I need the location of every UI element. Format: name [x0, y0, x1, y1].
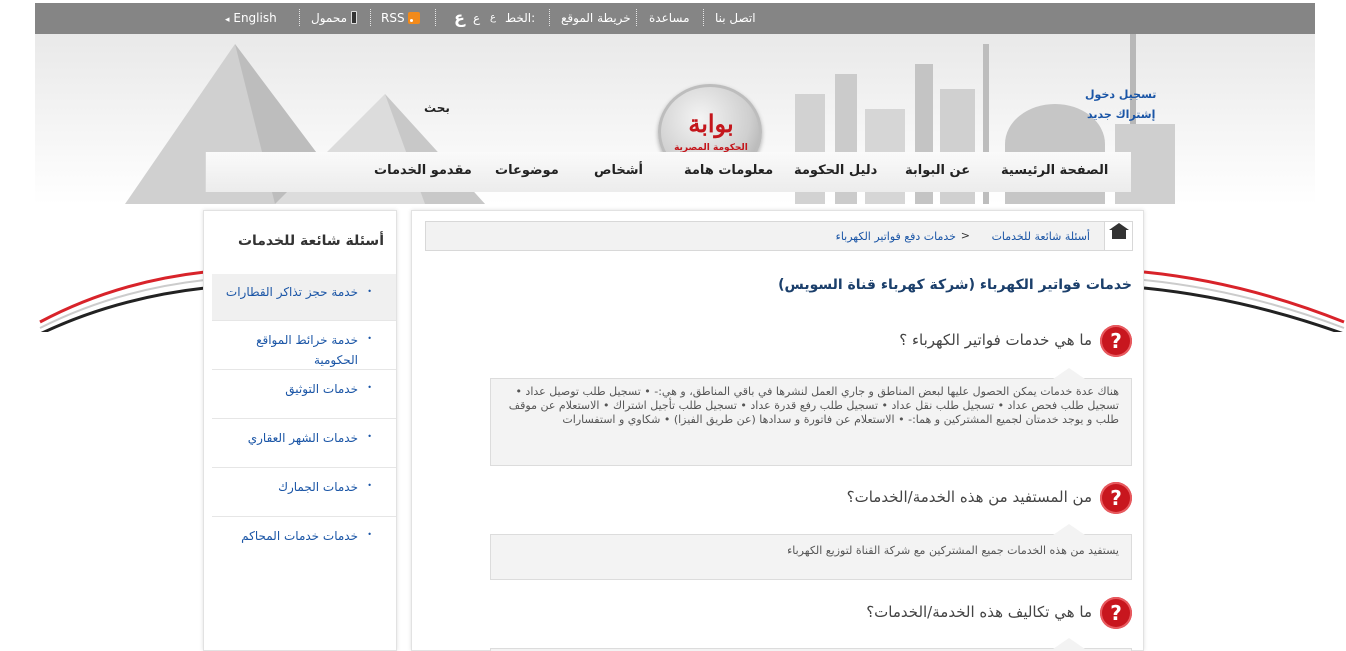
nav-item-topics[interactable]: موضوعات	[495, 163, 559, 178]
search-label[interactable]: بحث	[424, 101, 450, 115]
sidebar-title: أسئلة شائعة للخدمات	[237, 233, 384, 249]
mobile-phone-icon	[350, 11, 357, 24]
breadcrumb-separator: >	[960, 229, 970, 242]
arrow-left-icon: ◂	[225, 15, 230, 25]
sidebar-item-label: خدمات الشهر العقاري	[247, 431, 358, 445]
sidebar-item-courts[interactable]: خدمات خدمات المحاكم •	[212, 517, 396, 566]
bullet-icon: •	[367, 432, 372, 441]
answer-box: هناك عدة خدمات يمكن الحصول عليها لبعض ال…	[490, 368, 1132, 466]
font-large-button[interactable]: ع	[454, 8, 465, 27]
breadcrumb-item-electricity[interactable]: خدمات دفع فواتير الكهرباء	[836, 230, 956, 243]
page-title: خدمات فواتير الكهرباء (شركة كهرباء قناة …	[778, 277, 1132, 293]
question-text: ما هي خدمات فواتير الكهرباء ؟	[899, 331, 1092, 349]
bullet-icon: •	[367, 287, 372, 296]
sitemap-link[interactable]: خريطة الموقع	[561, 11, 631, 25]
question-row: ? ما هي تكاليف هذه الخدمة/الخدمات؟	[732, 597, 1132, 631]
sidebar-item-gov-maps[interactable]: خدمة خرائط المواقع الحكومية •	[212, 321, 396, 370]
font-medium-button[interactable]: ع	[473, 11, 480, 25]
font-small-button[interactable]: ع	[490, 12, 496, 23]
breadcrumb-item-faq[interactable]: أسئلة شائعة للخدمات	[992, 230, 1090, 243]
sidebar-item-label: خدمات التوثيق	[285, 382, 358, 396]
login-link[interactable]: تسجيل دخول	[1085, 88, 1156, 101]
faq-sidebar: أسئلة شائعة للخدمات خدمة حجز تذاكر القطا…	[203, 210, 397, 651]
separator	[299, 9, 300, 26]
home-button[interactable]	[1104, 222, 1132, 250]
rss-icon	[408, 12, 421, 24]
question-mark-icon: ?	[1100, 325, 1132, 357]
question-text: من المستفيد من هذه الخدمة/الخدمات؟	[846, 488, 1092, 506]
mobile-link[interactable]: محمول	[311, 11, 357, 25]
nav-item-about[interactable]: عن البوابة	[905, 163, 970, 178]
nav-item-home[interactable]: الصفحة الرئيسية	[1001, 163, 1108, 178]
english-link[interactable]: ◂ English	[225, 11, 277, 25]
mobile-label: محمول	[311, 11, 348, 25]
separator	[370, 9, 371, 26]
bullet-icon: •	[367, 383, 372, 392]
sidebar-item-train-tickets[interactable]: خدمة حجز تذاكر القطارات •	[212, 274, 396, 321]
answer-text: يستفيد من هذه الخدمات جميع المشتركين مع …	[787, 544, 1119, 557]
nav-item-important-info[interactable]: معلومات هامة	[684, 163, 773, 178]
bullet-icon: •	[367, 530, 372, 539]
question-mark-icon: ?	[1100, 482, 1132, 514]
answer-text: هناك عدة خدمات يمكن الحصول عليها لبعض ال…	[508, 385, 1119, 426]
answer-box: يستفيد من هذه الخدمات جميع المشتركين مع …	[490, 524, 1132, 580]
contact-link[interactable]: اتصل بنا	[715, 11, 756, 25]
english-label: English	[233, 11, 277, 25]
question-text: ما هي تكاليف هذه الخدمة/الخدمات؟	[866, 603, 1092, 621]
sidebar-item-label: خدمات الجمارك	[278, 480, 358, 494]
question-row: ? من المستفيد من هذه الخدمة/الخدمات؟	[732, 482, 1132, 516]
flag-stripes-right	[1144, 270, 1345, 332]
rss-link[interactable]: RSS	[381, 11, 421, 25]
nav-item-gov-guide[interactable]: دليل الحكومة	[794, 163, 877, 178]
main-nav: الصفحة الرئيسية عن البوابة دليل الحكومة …	[205, 152, 1131, 192]
sidebar-item-label: خدمة حجز تذاكر القطارات	[225, 285, 358, 299]
sidebar-item-label: خدمات خدمات المحاكم	[241, 529, 358, 543]
sidebar-item-customs[interactable]: خدمات الجمارك •	[212, 468, 396, 517]
nav-item-people[interactable]: أشخاص	[594, 163, 643, 178]
nav-item-service-providers[interactable]: مقدمو الخدمات	[374, 163, 472, 178]
sidebar-item-notarization[interactable]: خدمات التوثيق •	[212, 370, 396, 419]
home-icon	[1109, 223, 1129, 239]
separator	[703, 9, 704, 26]
question-row: ? ما هي خدمات فواتير الكهرباء ؟	[732, 325, 1132, 359]
breadcrumb: أسئلة شائعة للخدمات > خدمات دفع فواتير ا…	[425, 221, 1133, 251]
sidebar-item-label: خدمة خرائط المواقع الحكومية	[256, 333, 358, 367]
separator	[549, 9, 550, 26]
flag-stripes-left	[39, 270, 205, 332]
sidebar-item-real-estate[interactable]: خدمات الشهر العقاري •	[212, 419, 396, 468]
main-content: أسئلة شائعة للخدمات > خدمات دفع فواتير ا…	[411, 210, 1144, 651]
separator	[636, 9, 637, 26]
bullet-icon: •	[367, 481, 372, 490]
signup-link[interactable]: إشتراك جديد	[1087, 108, 1155, 121]
rss-label: RSS	[381, 11, 405, 25]
bullet-icon: •	[367, 334, 372, 343]
separator	[435, 9, 436, 26]
help-link[interactable]: مساعدة	[649, 11, 690, 25]
logo-main-text: بوابة	[688, 109, 734, 138]
question-mark-icon: ?	[1100, 597, 1132, 629]
top-bar: اتصل بنا مساعدة خريطة الموقع الخط: ع ع ع…	[35, 3, 1315, 34]
font-size-label: الخط:	[505, 11, 536, 25]
